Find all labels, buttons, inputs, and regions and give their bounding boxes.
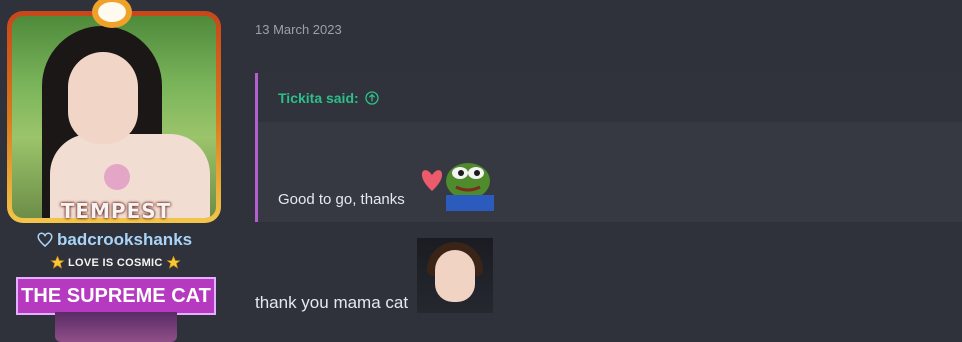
avatar-caption: TEMPEST — [60, 199, 172, 223]
star-icon — [50, 255, 65, 269]
avatar[interactable] — [7, 11, 221, 223]
quote-author[interactable]: Tickita said: — [278, 90, 359, 106]
arrow-up-circle-icon[interactable] — [364, 90, 380, 106]
heart-outline-icon — [37, 232, 53, 247]
avatar-photo — [12, 16, 216, 218]
pepe-heart-emoji — [421, 163, 494, 211]
user-sidebar: TEMPEST badcrookshanks LOVE IS COSMIC TH… — [0, 0, 232, 342]
username[interactable]: badcrookshanks — [57, 230, 192, 250]
banner-photo — [55, 312, 177, 342]
quote-block: Tickita said: Good to go, thanks — [255, 73, 962, 222]
quote-header[interactable]: Tickita said: — [258, 73, 962, 122]
username-row[interactable]: badcrookshanks — [36, 230, 192, 250]
cute-girl-emoji — [417, 238, 493, 313]
user-title: LOVE IS COSMIC — [50, 255, 181, 270]
user-banner: THE SUPREME CAT — [16, 277, 216, 315]
quote-text: Good to go, thanks — [278, 191, 405, 208]
star-icon — [166, 255, 181, 269]
post-date[interactable]: 13 March 2023 — [255, 22, 342, 37]
flower-decoration — [104, 164, 130, 190]
message-text: thank you mama cat — [255, 293, 409, 312]
user-title-text: LOVE IS COSMIC — [68, 256, 163, 269]
